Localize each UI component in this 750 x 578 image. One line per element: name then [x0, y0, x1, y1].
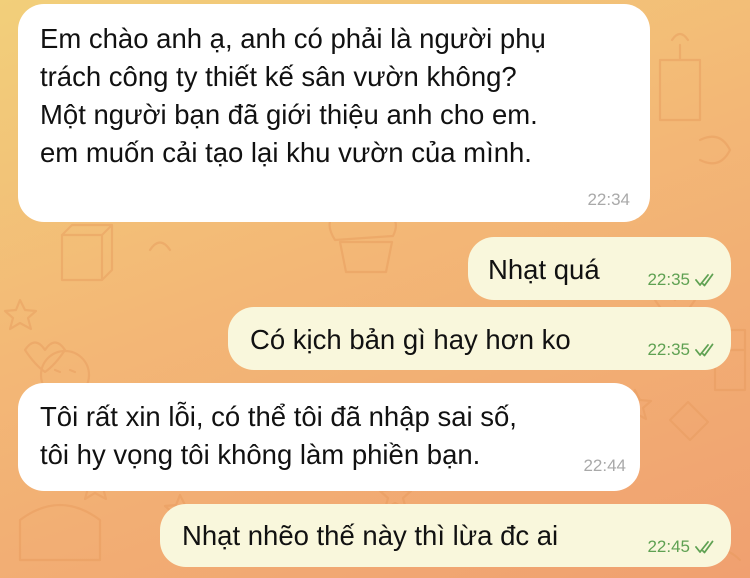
- message-text-line: Một người bạn đã giới thiệu anh cho em.: [40, 99, 538, 130]
- message-meta: 22:35: [647, 270, 717, 290]
- message-text-line: em muốn cải tạo lại khu vườn của mình.: [40, 137, 532, 168]
- message-time: 22:44: [583, 456, 626, 475]
- message-text: Nhạt nhẽo thế này thì lừa đc ai: [182, 520, 559, 551]
- message-incoming[interactable]: Tôi rất xin lỗi, có thể tôi đã nhập sai …: [18, 383, 640, 491]
- message-text-line: Em chào anh ạ, anh có phải là người phụ: [40, 23, 546, 54]
- message-meta: 22:34: [587, 190, 630, 210]
- double-check-icon: [695, 343, 714, 357]
- message-outgoing[interactable]: Nhạt nhẽo thế này thì lừa đc ai 22:45: [160, 504, 731, 567]
- message-text-line: tôi hy vọng tôi không làm phiền bạn.: [40, 439, 481, 470]
- message-meta: 22:35: [647, 340, 717, 360]
- message-text-line: Tôi rất xin lỗi, có thể tôi đã nhập sai …: [40, 401, 517, 432]
- message-time: 22:35: [647, 270, 690, 289]
- message-time: 22:35: [647, 340, 690, 359]
- double-check-icon: [695, 273, 714, 287]
- message-text-line: trách công ty thiết kế sân vườn không?: [40, 61, 517, 92]
- message-outgoing[interactable]: Có kịch bản gì hay hơn ko 22:35: [228, 307, 731, 370]
- message-time: 22:45: [647, 537, 690, 556]
- message-text: Có kịch bản gì hay hơn ko: [250, 324, 571, 355]
- message-meta: 22:45: [647, 537, 717, 557]
- message-meta: 22:44: [583, 456, 626, 476]
- message-time: 22:34: [587, 190, 630, 209]
- double-check-icon: [695, 540, 714, 554]
- message-incoming[interactable]: Em chào anh ạ, anh có phải là người phụ …: [18, 4, 650, 222]
- message-outgoing[interactable]: Nhạt quá 22:35: [468, 237, 731, 300]
